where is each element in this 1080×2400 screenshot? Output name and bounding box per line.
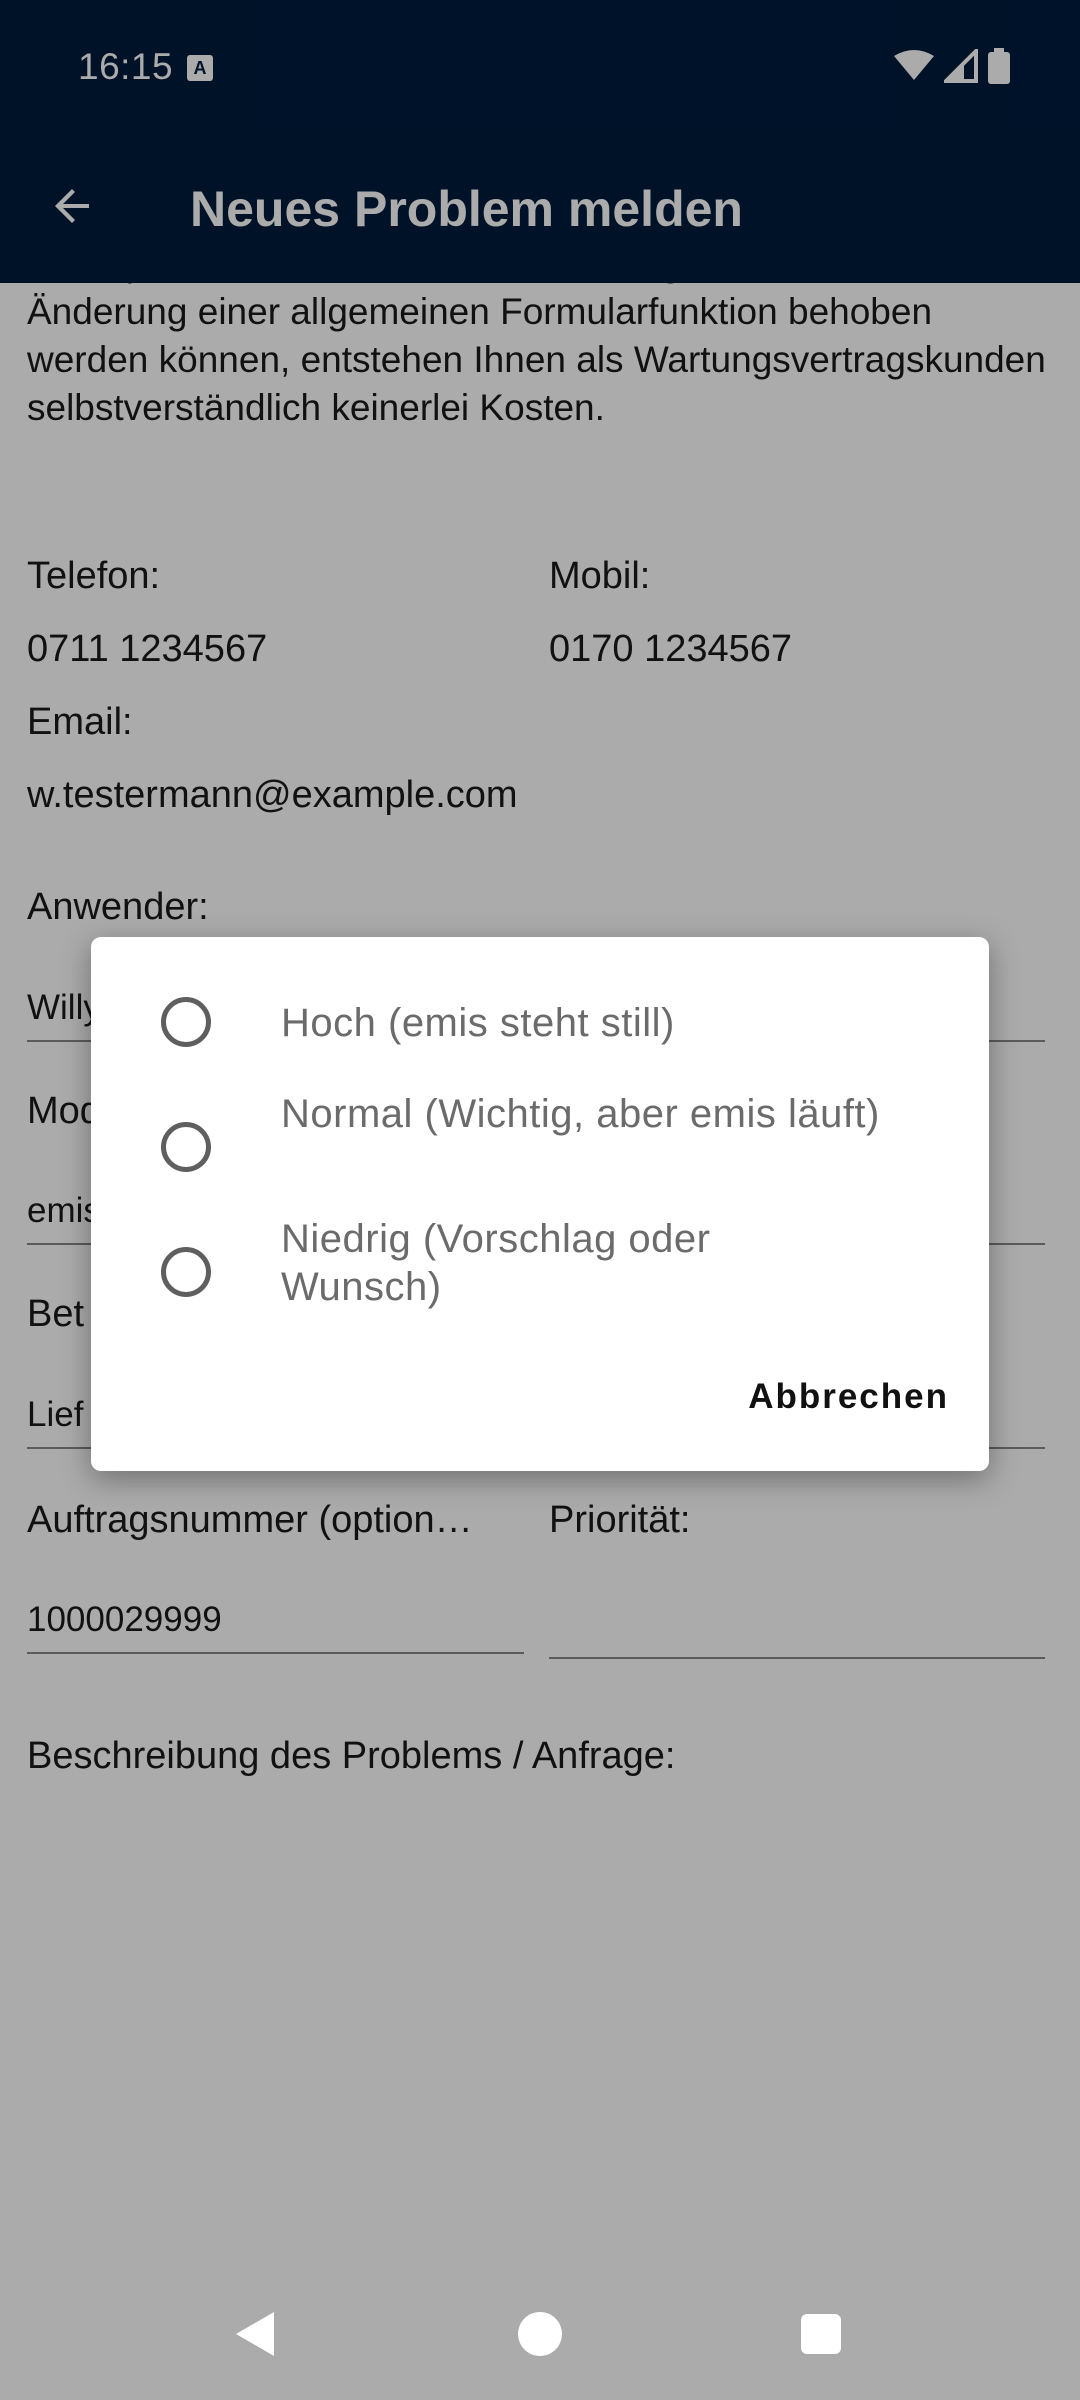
radio-button-icon: [161, 1247, 211, 1297]
priority-option-label: Normal (Wichtig, aber emis läuft): [281, 1092, 880, 1136]
nav-back-icon[interactable]: [236, 2312, 274, 2356]
priority-option-hoch[interactable]: Hoch (emis steht still): [91, 997, 989, 1097]
system-nav-bar: [0, 2260, 1080, 2400]
priority-option-niedrig[interactable]: Niedrig (Vorschlag oder Wunsch): [91, 1217, 989, 1357]
nav-home-icon[interactable]: [518, 2312, 562, 2356]
priority-option-label: Niedrig (Vorschlag oder Wunsch): [281, 1217, 711, 1309]
priority-dialog: Hoch (emis steht still) Normal (Wichtig,…: [91, 937, 989, 1471]
nav-recents-icon[interactable]: [801, 2314, 841, 2354]
radio-button-icon: [161, 997, 211, 1047]
radio-button-icon: [161, 1122, 211, 1172]
cancel-button[interactable]: Abbrechen: [748, 1377, 949, 1417]
priority-option-label: Hoch (emis steht still): [281, 1001, 675, 1045]
